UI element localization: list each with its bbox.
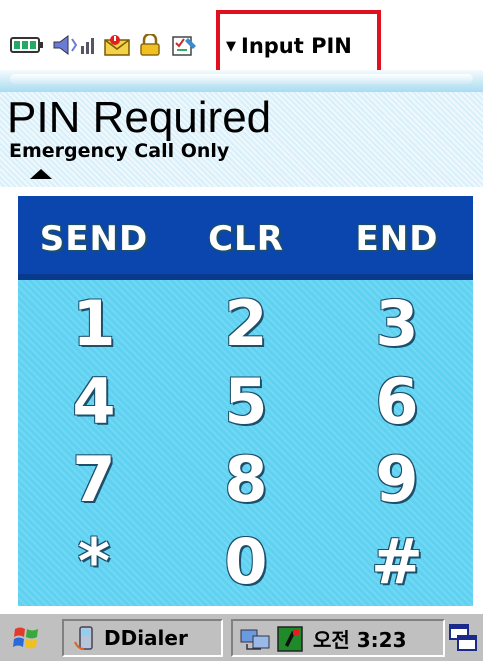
key-6[interactable]: 6 [321, 360, 473, 442]
key-7[interactable]: 7 [18, 438, 170, 520]
network-icon[interactable] [239, 626, 271, 652]
input-pin-menu[interactable]: ▼ Input PIN [226, 31, 352, 61]
key-0[interactable]: 0 [170, 520, 322, 602]
tray-app-icon[interactable] [276, 625, 304, 653]
task-button-label: DDialer [104, 626, 188, 650]
scroll-up-icon[interactable] [30, 169, 52, 179]
key-3[interactable]: 3 [321, 282, 473, 364]
title-label: Input PIN [241, 34, 352, 58]
page-title: PIN Required [7, 93, 272, 142]
sound-icon[interactable] [52, 34, 98, 56]
system-tray: 오전 3:23 [231, 619, 445, 657]
message-icon[interactable] [103, 34, 133, 56]
battery-icon[interactable] [10, 34, 44, 56]
key-1[interactable]: 1 [18, 282, 170, 364]
key-4[interactable]: 4 [18, 360, 170, 442]
dial-keypad: SEND CLR END 1 2 3 4 5 6 7 8 9 * 0 # [18, 196, 473, 606]
windows-flag-icon[interactable] [12, 623, 42, 653]
key-9[interactable]: 9 [321, 438, 473, 520]
clear-button[interactable]: CLR [170, 204, 322, 274]
send-button[interactable]: SEND [18, 204, 170, 274]
key-5[interactable]: 5 [170, 360, 322, 442]
tasks-icon[interactable] [170, 34, 198, 56]
key-8[interactable]: 8 [170, 438, 322, 520]
clock[interactable]: 오전 3:23 [313, 621, 407, 655]
status-area: PIN Required Emergency Call Only [0, 92, 483, 187]
function-key-row: SEND CLR END [18, 196, 473, 280]
phone-app-icon [74, 626, 93, 650]
lock-icon[interactable] [138, 34, 162, 56]
taskbar: DDialer 오전 3:23 [0, 612, 483, 661]
header-strip [0, 70, 483, 92]
show-desktop-icon[interactable] [448, 622, 478, 654]
status-bar: ▼ Input PIN [0, 0, 483, 80]
key-2[interactable]: 2 [170, 282, 322, 364]
key-hash[interactable]: # [321, 520, 473, 602]
end-button[interactable]: END [321, 204, 473, 274]
status-subtitle: Emergency Call Only [9, 140, 230, 162]
dropdown-caret-icon: ▼ [226, 38, 236, 54]
key-star[interactable]: * [18, 520, 170, 602]
ddialer-task-button[interactable]: DDialer [62, 619, 223, 657]
